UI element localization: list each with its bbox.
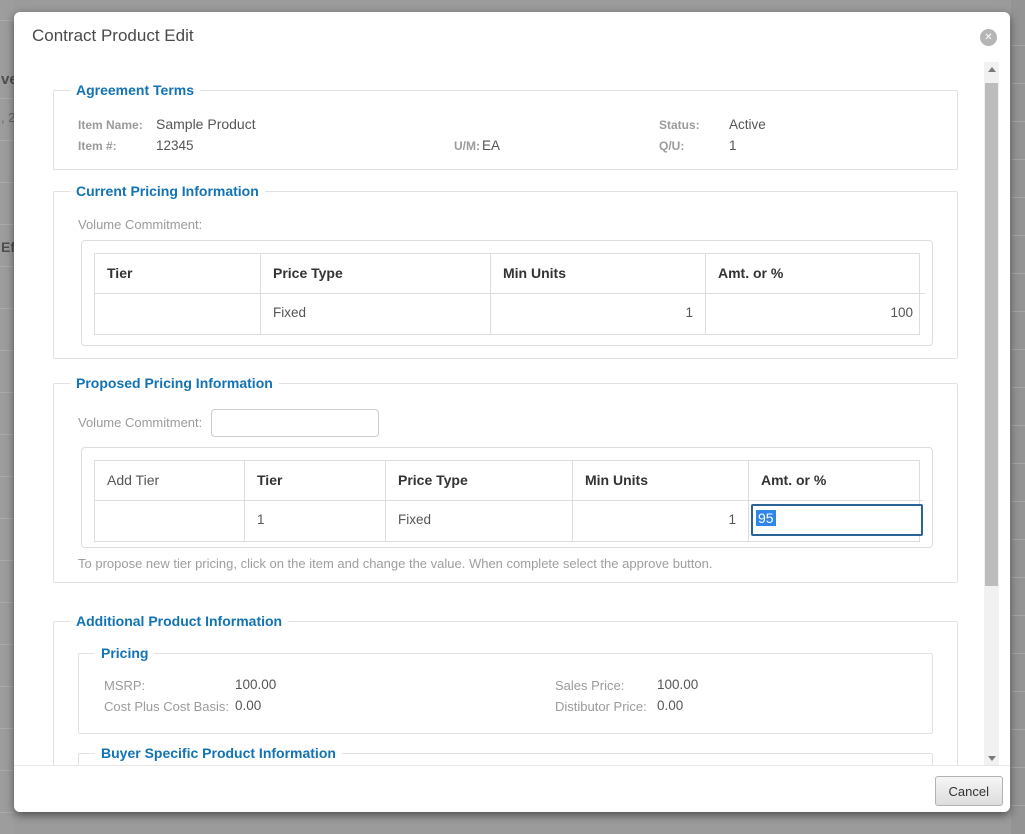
um-value: EA bbox=[482, 138, 500, 153]
background-table-right-edge bbox=[1011, 0, 1025, 834]
distributor-price-label: Distibutor Price: bbox=[555, 699, 647, 714]
item-number-value: 12345 bbox=[156, 138, 194, 153]
contract-product-edit-dialog: Contract Product Edit ✕ Agreement Terms … bbox=[14, 12, 1010, 812]
proposed-tier-cell[interactable]: 1 bbox=[245, 501, 386, 541]
pricing-legend: Pricing bbox=[95, 645, 154, 661]
column-header-price-type: Price Type bbox=[386, 461, 573, 501]
proposed-pricing-legend: Proposed Pricing Information bbox=[70, 375, 279, 391]
item-number-label: Item #: bbox=[78, 139, 117, 153]
dialog-scroll-area: Agreement Terms Item Name: Sample Produc… bbox=[14, 67, 1010, 765]
column-header-amt: Amt. or % bbox=[706, 254, 925, 294]
background-text-fragment: , 2 bbox=[1, 110, 14, 125]
cost-plus-value: 0.00 bbox=[235, 698, 261, 713]
qu-label: Q/U: bbox=[659, 139, 684, 153]
current-tier-cell bbox=[95, 294, 261, 334]
sales-price-label: Sales Price: bbox=[555, 678, 624, 693]
status-label: Status: bbox=[659, 118, 700, 132]
current-volume-commitment-label: Volume Commitment: bbox=[78, 217, 202, 232]
current-pricing-section: Current Pricing Information Volume Commi… bbox=[53, 191, 958, 359]
additional-product-info-legend: Additional Product Information bbox=[70, 613, 288, 629]
dialog-footer: Cancel bbox=[14, 765, 1010, 812]
msrp-value: 100.00 bbox=[235, 677, 276, 692]
amt-input-selected-text: 95 bbox=[756, 510, 776, 526]
column-header-tier: Tier bbox=[245, 461, 386, 501]
msrp-label: MSRP: bbox=[104, 678, 145, 693]
current-min-units-cell: 1 bbox=[491, 294, 706, 334]
dialog-title: Contract Product Edit bbox=[32, 26, 194, 46]
buyer-specific-info-legend: Buyer Specific Product Information bbox=[95, 745, 342, 761]
item-name-label: Item Name: bbox=[78, 118, 143, 132]
proposed-min-units-cell[interactable]: 1 bbox=[573, 501, 749, 541]
scrollbar-up-arrow-icon[interactable] bbox=[984, 62, 999, 77]
cost-plus-label: Cost Plus Cost Basis: bbox=[104, 699, 229, 714]
background-text-fragment: Ef bbox=[1, 239, 14, 255]
pricing-subsection: Pricing MSRP: 100.00 Cost Plus Cost Basi… bbox=[78, 653, 933, 734]
close-icon[interactable]: ✕ bbox=[980, 29, 997, 46]
sales-price-value: 100.00 bbox=[657, 677, 698, 692]
scrollbar-down-arrow-icon[interactable] bbox=[984, 750, 999, 765]
background-table-left-edge: ve , 2 Ef bbox=[0, 0, 14, 834]
volume-commitment-input[interactable] bbox=[211, 409, 379, 437]
qu-value: 1 bbox=[729, 138, 737, 153]
proposed-amt-cell: 95 bbox=[749, 501, 923, 541]
proposed-pricing-helper-text: To propose new tier pricing, click on th… bbox=[78, 556, 712, 571]
current-pricing-legend: Current Pricing Information bbox=[70, 183, 265, 199]
proposed-pricing-section: Proposed Pricing Information Volume Comm… bbox=[53, 383, 958, 583]
dialog-scrollbar[interactable] bbox=[984, 62, 999, 765]
scrollbar-thumb[interactable] bbox=[985, 83, 998, 586]
agreement-terms-section: Agreement Terms Item Name: Sample Produc… bbox=[53, 90, 958, 170]
background-text-fragment: ve bbox=[1, 71, 14, 88]
distributor-price-value: 0.00 bbox=[657, 698, 683, 713]
um-label: U/M: bbox=[454, 139, 480, 153]
proposed-price-type-cell[interactable]: Fixed bbox=[386, 501, 573, 541]
column-header-price-type: Price Type bbox=[261, 254, 491, 294]
current-price-type-cell: Fixed bbox=[261, 294, 491, 334]
current-amt-cell: 100 bbox=[706, 294, 925, 334]
column-header-min-units: Min Units bbox=[573, 461, 749, 501]
agreement-terms-legend: Agreement Terms bbox=[70, 82, 200, 98]
column-header-add-tier[interactable]: Add Tier bbox=[95, 461, 245, 501]
buyer-specific-info-subsection: Buyer Specific Product Information bbox=[78, 753, 933, 765]
proposed-pricing-table: Add Tier Tier Price Type Min Units Amt. … bbox=[94, 460, 920, 542]
proposed-volume-commitment-label: Volume Commitment: bbox=[78, 415, 202, 430]
proposed-add-tier-cell[interactable] bbox=[95, 501, 245, 541]
current-pricing-table-panel: Tier Price Type Min Units Amt. or % Fixe… bbox=[81, 240, 933, 346]
proposed-pricing-table-panel: Add Tier Tier Price Type Min Units Amt. … bbox=[81, 447, 933, 548]
column-header-tier: Tier bbox=[95, 254, 261, 294]
current-pricing-table: Tier Price Type Min Units Amt. or % Fixe… bbox=[94, 253, 920, 335]
amt-input[interactable]: 95 bbox=[751, 504, 923, 536]
cancel-button[interactable]: Cancel bbox=[935, 776, 1003, 806]
column-header-amt: Amt. or % bbox=[749, 461, 923, 501]
column-header-min-units: Min Units bbox=[491, 254, 706, 294]
status-value: Active bbox=[729, 117, 766, 132]
item-name-value: Sample Product bbox=[156, 116, 256, 132]
additional-product-info-section: Additional Product Information Pricing M… bbox=[53, 621, 958, 765]
